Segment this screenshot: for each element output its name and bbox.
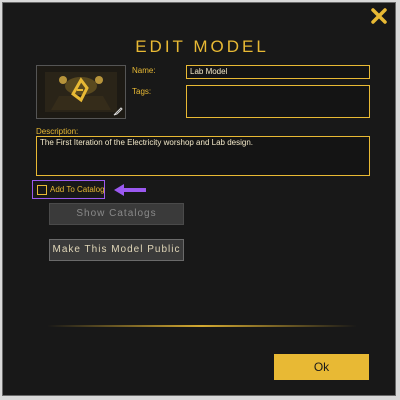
dialog-title: EDIT MODEL [135, 37, 269, 56]
edit-model-dialog: EDIT MODEL Name: Lab Model Tags: Descrip… [2, 2, 396, 396]
add-to-catalog-option[interactable]: Add To Catalog [32, 180, 105, 199]
description-field[interactable]: The First Iteration of the Electricity w… [36, 136, 370, 176]
tags-field[interactable] [186, 85, 370, 118]
ok-button[interactable]: Ok [274, 354, 369, 380]
add-to-catalog-checkbox[interactable] [37, 185, 47, 195]
model-thumbnail [36, 65, 126, 119]
edit-icon[interactable] [113, 106, 123, 116]
pointer-arrow-icon [112, 182, 148, 198]
add-to-catalog-label: Add To Catalog [50, 185, 105, 194]
divider [47, 325, 357, 327]
show-catalogs-button[interactable]: Show Catalogs [49, 203, 184, 225]
name-label: Name: [132, 66, 156, 75]
tags-label: Tags: [132, 87, 152, 96]
close-icon[interactable] [369, 6, 389, 26]
name-field[interactable]: Lab Model [186, 65, 370, 79]
description-label: Description: [36, 127, 79, 136]
make-public-button[interactable]: Make This Model Public [49, 239, 184, 261]
